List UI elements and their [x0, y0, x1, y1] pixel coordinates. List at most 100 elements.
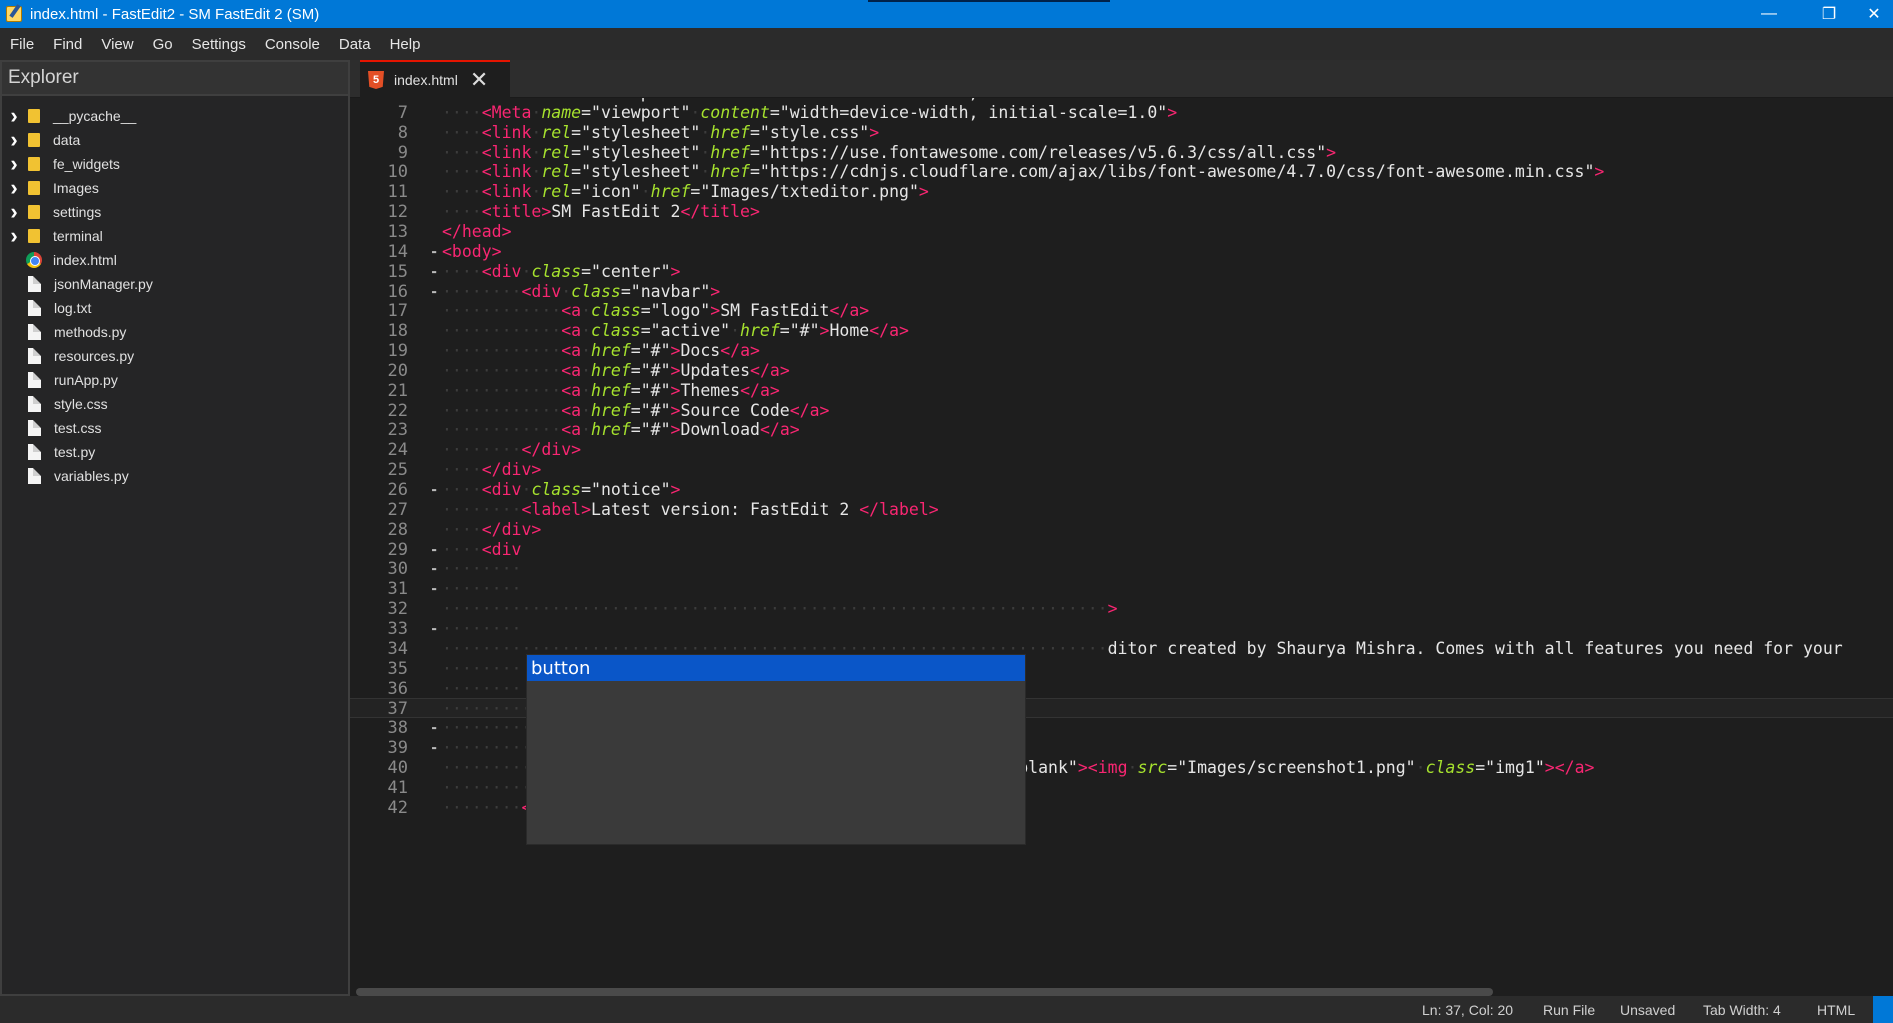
line-number: 8	[397, 122, 408, 143]
chevron-right-icon[interactable]: ›	[2, 223, 26, 249]
code-line[interactable]: 31 ▬ ········	[350, 579, 1893, 599]
fold-toggle-icon[interactable]: ▬	[432, 738, 442, 758]
line-number: 33	[387, 618, 408, 639]
chevron-right-icon[interactable]: ›	[2, 175, 26, 201]
code-line[interactable]: 14 ▬ <body>	[350, 242, 1893, 262]
code-text: ········	[442, 678, 522, 698]
code-line[interactable]: 9 ····<link·rel="stylesheet"·href="https:…	[350, 143, 1893, 163]
code-line[interactable]: 32 ······································…	[350, 599, 1893, 619]
tree-item-test-css[interactable]: test.css	[2, 416, 348, 440]
line-number: 30	[387, 559, 408, 580]
chevron-right-icon[interactable]: ›	[2, 103, 26, 129]
language-mode[interactable]: HTML	[1817, 1002, 1855, 1018]
close-window-button[interactable]: ✕	[1845, 0, 1893, 28]
tree-item-label: settings	[53, 204, 102, 220]
menu-find[interactable]: Find	[53, 36, 82, 53]
line-number: 26	[387, 480, 408, 500]
code-line[interactable]: 10 ····<link·rel="stylesheet"·href="https…	[350, 162, 1893, 182]
fold-toggle-icon[interactable]: ▬	[432, 540, 442, 560]
code-text: ····</div>	[442, 460, 542, 480]
tree-item-methods-py[interactable]: methods.py	[2, 320, 348, 344]
code-line[interactable]: 20 ············<a·href="#">Updates</a>	[350, 361, 1893, 381]
chevron-right-icon[interactable]: ›	[2, 151, 26, 177]
menu-file[interactable]: File	[10, 36, 34, 53]
menu-settings[interactable]: Settings	[192, 36, 246, 53]
code-line[interactable]: 17 ············<a·class="logo">SM FastEdi…	[350, 301, 1893, 321]
code-line[interactable]: 33 ▬ ········	[350, 619, 1893, 639]
file-icon	[28, 468, 41, 484]
code-line[interactable]: 22 ············<a·href="#">Source Code</a…	[350, 401, 1893, 421]
tree-item-fe-widgets[interactable]: › fe_widgets	[2, 151, 348, 177]
fold-toggle-icon[interactable]: ▬	[432, 282, 442, 302]
menu-help[interactable]: Help	[390, 36, 421, 53]
code-line[interactable]: 25 ····</div>	[350, 460, 1893, 480]
code-line[interactable]: 23 ············<a·href="#">Download</a>	[350, 420, 1893, 440]
fold-toggle-icon[interactable]: ▬	[432, 619, 442, 639]
tree-item-resources-py[interactable]: resources.py	[2, 344, 348, 368]
code-line[interactable]: 11 ····<link·rel="icon"·href="Images/txte…	[350, 182, 1893, 202]
line-number: 13	[387, 221, 408, 242]
code-line[interactable]: 29 ▬ ····<div	[350, 540, 1893, 560]
code-line[interactable]: 12 ····<title>SM FastEdit 2</title>	[350, 202, 1893, 222]
tree-item-label: resources.py	[54, 348, 135, 364]
run-file-button[interactable]: Run File	[1543, 1002, 1595, 1018]
fold-toggle-icon[interactable]: ▬	[432, 718, 442, 738]
fold-toggle-icon[interactable]: ▬	[432, 262, 442, 282]
chevron-right-icon[interactable]: ›	[2, 199, 26, 225]
tab-index-html[interactable]: 5 index.html ✕	[360, 60, 510, 98]
tree-item-label: Images	[53, 180, 99, 196]
tree-item-images[interactable]: › Images	[2, 175, 348, 201]
tree-item-log-txt[interactable]: log.txt	[2, 296, 348, 320]
line-number: 7	[397, 102, 408, 123]
code-line[interactable]: 15 ▬ ····<div·class="center">	[350, 262, 1893, 282]
code-text: ····<title>SM FastEdit 2</title>	[442, 202, 760, 222]
chevron-right-icon[interactable]: ›	[2, 127, 26, 153]
fold-toggle-icon[interactable]: ▬	[432, 480, 442, 500]
fold-toggle-icon[interactable]: ▬	[432, 559, 442, 579]
code-line[interactable]: 19 ············<a·href="#">Docs</a>	[350, 341, 1893, 361]
minimize-button[interactable]: —	[1740, 0, 1798, 28]
code-text: </head>	[442, 221, 512, 241]
code-line[interactable]: 8 ····<link·rel="stylesheet"·href="style.…	[350, 123, 1893, 143]
code-line[interactable]: 26 ▬ ····<div·class="notice">	[350, 480, 1893, 500]
code-editor[interactable]: 6····<Meta·name="viewport"·content="widt…	[350, 98, 1893, 988]
tab-close-icon[interactable]: ✕	[470, 67, 488, 93]
menu-go[interactable]: Go	[153, 36, 173, 53]
tree-item-test-py[interactable]: test.py	[2, 440, 348, 464]
code-line[interactable]: 28 ····</div>	[350, 520, 1893, 540]
code-line[interactable]: 16 ▬ ········<div·class="navbar">	[350, 282, 1893, 302]
tree-item-label: __pycache__	[53, 108, 137, 124]
tree-item-settings[interactable]: › settings	[2, 199, 348, 225]
tree-item-pycache[interactable]: › __pycache__	[2, 103, 348, 129]
code-line[interactable]: 24 ········</div>	[350, 440, 1893, 460]
code-line[interactable]: 7 ····<Meta·name="viewport"·content="widt…	[350, 103, 1893, 123]
tree-item-runapp-py[interactable]: runApp.py	[2, 368, 348, 392]
tree-item-jsonmanager-py[interactable]: jsonManager.py	[2, 272, 348, 296]
tree-item-index-html[interactable]: index.html	[2, 248, 348, 272]
fold-toggle-icon[interactable]: ▬	[432, 242, 442, 262]
code-text: ········<div·class="navbar">	[442, 281, 721, 301]
code-line[interactable]: 30 ▬ ········	[350, 559, 1893, 579]
code-line[interactable]: 21 ············<a·href="#">Themes</a>	[350, 381, 1893, 401]
code-line[interactable]: 13 </head>	[350, 222, 1893, 242]
tree-item-label: test.py	[54, 444, 96, 460]
menu-data[interactable]: Data	[339, 36, 371, 53]
tree-item-data[interactable]: › data	[2, 127, 348, 153]
tree-item-style-css[interactable]: style.css	[2, 392, 348, 416]
line-number: 24	[387, 440, 408, 461]
tree-item-variables-py[interactable]: variables.py	[2, 464, 348, 488]
tree-item-terminal[interactable]: › terminal	[2, 223, 348, 249]
code-line[interactable]: 27 ········<label>Latest version: FastEdi…	[350, 500, 1893, 520]
line-number: 27	[387, 499, 408, 520]
code-line[interactable]: 18 ············<a·class="active"·href="#"…	[350, 321, 1893, 341]
fold-toggle-icon[interactable]: ▬	[432, 579, 442, 599]
line-number: 34	[387, 638, 408, 659]
autocomplete-item[interactable]: button	[527, 655, 1025, 681]
menu-view[interactable]: View	[101, 36, 133, 53]
menu-console[interactable]: Console	[265, 36, 320, 53]
tab-width[interactable]: Tab Width: 4	[1703, 1002, 1781, 1018]
code-text: ············<a·href="#">Docs</a>	[442, 341, 760, 361]
horizontal-scrollbar[interactable]	[356, 988, 1493, 996]
line-number: 40	[387, 757, 408, 778]
autocomplete-popup[interactable]: button	[526, 654, 1026, 845]
